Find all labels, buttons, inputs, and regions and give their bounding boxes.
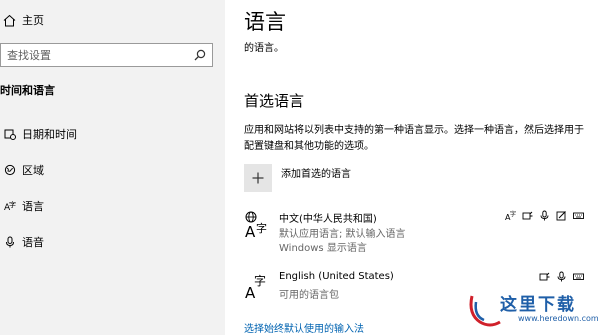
text-to-speech-icon xyxy=(539,271,550,282)
watermark-logo: 这里下载 www.heredown.com xyxy=(462,290,600,335)
plus-icon xyxy=(252,169,264,188)
keyboard-icon xyxy=(573,271,584,282)
page-title: 语言 xyxy=(244,10,286,34)
add-language-button[interactable] xyxy=(244,164,272,192)
svg-text:字: 字 xyxy=(510,210,516,218)
language-icon: A字 xyxy=(0,200,20,212)
nav-section-title: 时间和语言 xyxy=(0,84,55,97)
sidebar-item-label: 语言 xyxy=(22,200,44,213)
add-language-label[interactable]: 添加首选的语言 xyxy=(281,165,351,180)
language-name: 中文(中华人民共和国) xyxy=(279,214,377,225)
region-globe-icon xyxy=(0,164,20,176)
sidebar-item-label: 语音 xyxy=(22,236,44,249)
sidebar-item-label: 日期和时间 xyxy=(22,128,77,141)
language-status: 默认应用语言; 默认输入语言 xyxy=(279,229,406,240)
svg-text:A: A xyxy=(245,223,256,240)
preferred-languages-heading: 首选语言 xyxy=(244,92,305,110)
speech-recognition-icon xyxy=(539,210,550,221)
keyboard-icon xyxy=(573,210,584,221)
main-content: 语言 的语言。 首选语言 应用和网站将以列表中支持的第一种语言显示。选择一种语言… xyxy=(225,0,600,335)
language-features: A字 xyxy=(505,210,584,221)
home-icon xyxy=(0,14,18,27)
search-input[interactable]: 查找设置 xyxy=(0,43,213,67)
language-status: Windows 显示语言 xyxy=(279,243,367,254)
search-icon[interactable] xyxy=(194,46,206,65)
sidebar-item-language[interactable]: A字 语言 xyxy=(0,195,44,217)
language-status: 可用的语言包 xyxy=(279,290,339,301)
preferred-languages-description: 应用和网站将以列表中支持的第一种语言显示。选择一种语言，然后选择用于配置键盘和其… xyxy=(244,125,584,152)
nav-home-label: 主页 xyxy=(22,14,44,27)
page-subtitle: 的语言。 xyxy=(244,43,284,54)
display-language-icon: A字 xyxy=(505,210,516,221)
watermark-url: www.heredown.com xyxy=(518,314,599,323)
watermark-text: 这里下载 xyxy=(500,295,576,315)
default-input-method-link[interactable]: 选择始终默认使用的输入法 xyxy=(244,320,364,335)
handwriting-icon xyxy=(556,210,567,221)
sidebar-item-label: 区域 xyxy=(22,164,44,177)
navigation-pane: 主页 查找设置 时间和语言 日期和时间 区域 A字 语言 语音 xyxy=(0,0,225,335)
calendar-clock-icon xyxy=(0,128,20,140)
svg-text:字: 字 xyxy=(254,273,266,288)
text-to-speech-icon xyxy=(522,210,533,221)
svg-text:字: 字 xyxy=(9,200,16,209)
language-name: English (United States) xyxy=(279,271,394,282)
microphone-icon xyxy=(0,236,20,248)
search-placeholder: 查找设置 xyxy=(7,49,51,62)
sidebar-item-date-time[interactable]: 日期和时间 xyxy=(0,123,77,145)
speech-recognition-icon xyxy=(556,271,567,282)
sidebar-item-speech[interactable]: 语音 xyxy=(0,231,44,253)
sidebar-item-region[interactable]: 区域 xyxy=(0,159,44,181)
nav-home[interactable]: 主页 xyxy=(0,10,44,30)
watermark-swoosh-icon xyxy=(469,295,501,327)
language-item-chinese[interactable]: A 字 中文(中华人民共和国) 默认应用语言; 默认输入语言 Windows 显… xyxy=(244,210,584,255)
language-globe-icon: A 字 xyxy=(244,210,270,241)
language-icon: A 字 xyxy=(244,271,270,302)
svg-text:字: 字 xyxy=(256,221,267,235)
language-features xyxy=(539,271,584,282)
